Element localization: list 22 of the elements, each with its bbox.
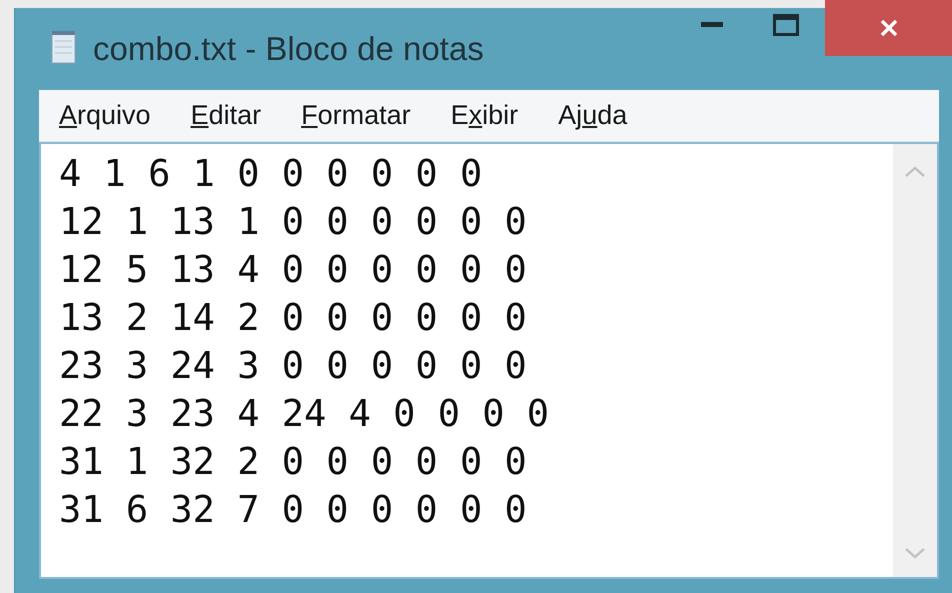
minimize-icon	[701, 22, 723, 28]
menu-item[interactable]: Ajuda	[558, 100, 628, 131]
text-line: 4 1 6 1 0 0 0 0 0 0	[59, 151, 484, 197]
text-line: 22 3 23 4 24 4 0 0 0 0	[59, 391, 550, 437]
text-line: 31 1 32 2 0 0 0 0 0 0	[59, 439, 528, 485]
menu-item[interactable]: Editar	[190, 100, 262, 131]
text-area[interactable]: 4 1 6 1 0 0 0 0 0 0 12 1 13 1 0 0 0 0 0 0 12 5 13 4 0 0 0 0 0 0 13 2 14 2 0 0 0 0 0 0 23 3 24 3 0 0 0 0 0 0 22 3 23 4 24 4 0 0 0 0 31 1 32 2 0 0 0 0 0 0 31 6 32 7 0 0 0 0 0 0	[39, 142, 939, 579]
close-icon	[878, 18, 898, 38]
menu-item[interactable]: Formatar	[301, 100, 411, 131]
menu-item[interactable]: Arquivo	[59, 100, 151, 131]
text-line: 12 1 13 1 0 0 0 0 0 0	[59, 199, 528, 245]
scrollbar[interactable]	[893, 144, 937, 577]
text-line: 23 3 24 3 0 0 0 0 0 0	[59, 343, 528, 389]
scroll-up-icon[interactable]	[904, 166, 926, 178]
scroll-down-icon[interactable]	[904, 547, 926, 559]
menu-item[interactable]: Exibir	[450, 100, 518, 131]
text-line: 13 2 14 2 0 0 0 0 0 0	[59, 295, 528, 341]
maximize-icon	[773, 14, 799, 36]
window-title: combo.txt - Bloco de notas	[93, 30, 484, 68]
text-line: 31 6 32 7 0 0 0 0 0 0	[59, 487, 528, 533]
text-line: 12 5 13 4 0 0 0 0 0 0	[59, 247, 528, 293]
notepad-icon	[51, 30, 77, 64]
